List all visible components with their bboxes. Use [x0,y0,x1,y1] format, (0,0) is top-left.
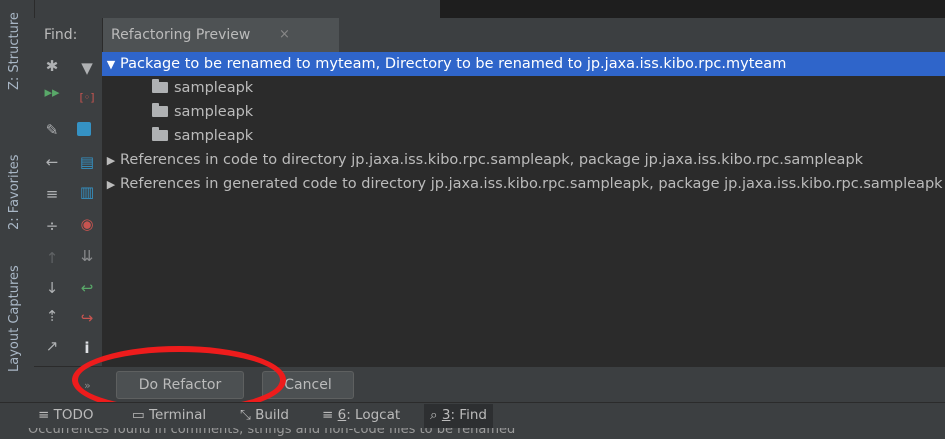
top-strip-left [0,0,440,18]
merge-icon[interactable]: ⇊ [77,246,97,266]
terminal-label: Terminal [149,407,207,423]
filter-icon[interactable]: ▼ [77,58,97,78]
left-tool-stripe: Z: Structure 2: Favorites Layout Capture… [0,0,35,439]
tree-references-generated[interactable]: ▶ References in generated code to directo… [102,172,943,196]
logcat-label: : Logcat [346,407,401,423]
top-strip [0,0,945,18]
tool-column-actions: ✱ ▸▸ ✎ ← ≡ ÷ ↑ ↓ ⇡ ↗ [34,52,72,366]
tree-child-label: sampleapk [174,80,254,96]
folder-icon [152,127,168,141]
group-by-package-icon[interactable]: ▥ [77,182,97,202]
tree-child-label: sampleapk [174,128,254,144]
close-icon[interactable]: × [279,27,290,42]
tree-root-package[interactable]: ▼ Package to be renamed to myteam, Direct… [102,52,945,76]
bottom-tool-tabs: ≡ TODO ▭ Terminal ⤡ Build ≡ 6: Logcat ⌕ … [0,402,945,429]
todo-label: TODO [53,407,94,423]
tree-references-code[interactable]: ▶ References in code to directory jp.jaxa… [102,148,863,172]
tree-child-2[interactable]: sampleapk [152,100,253,124]
gear-icon[interactable]: ✱ [42,56,62,76]
include-icon[interactable]: ↩ [77,278,97,298]
previous-occurrence-icon[interactable]: ↑ [42,248,62,268]
tab-refactoring-preview[interactable]: Refactoring Preview × [102,18,339,52]
tree-root-label: Package to be renamed to myteam, Directo… [120,56,787,72]
tree-child-3[interactable]: sampleapk [152,124,253,148]
collapse-all-icon[interactable]: ÷ [42,216,62,236]
tool-column-filters: ▼ [◦] ▤ ▥ ◉ ⇊ ↩ ↪ i [72,52,103,366]
rerun-icon[interactable]: ▸▸ [42,82,62,102]
collapsed-arrow-icon[interactable]: ▶ [102,149,120,173]
folder-icon [152,79,168,93]
expand-arrow-icon[interactable]: ▼ [102,53,120,77]
collapsed-arrow-icon[interactable]: ▶ [102,173,120,197]
refactoring-preview-tree: ▼ Package to be renamed to myteam, Direct… [102,52,945,366]
build-label: Build [255,407,289,423]
find-tab[interactable]: ⌕ 3: Find [424,404,493,428]
expand-all-icon[interactable]: ≡ [42,184,62,204]
structure-tab[interactable]: Z: Structure [7,12,22,90]
status-message: Occurrences found in comments, strings a… [28,428,516,437]
top-strip-editor [440,0,945,18]
logcat-tab[interactable]: ≡ 6: Logcat [322,407,400,423]
remove-icon[interactable]: ↪ [77,308,97,328]
tree-child-1[interactable]: sampleapk [152,76,253,100]
pin-icon[interactable]: ✎ [42,120,62,140]
build-tab[interactable]: ⤡ Build [240,407,289,423]
references-code-label: References in code to directory jp.jaxa.… [120,152,864,168]
find-panel-header: Find: Refactoring Preview × [34,18,945,53]
group-by-module-icon[interactable] [77,122,91,136]
status-bar: Occurrences found in comments, strings a… [0,428,945,439]
export-icon[interactable]: ⇡ [42,306,62,326]
favorites-tab[interactable]: 2: Favorites [7,154,22,230]
group-by-directory-icon[interactable]: ▤ [77,152,97,172]
find-label: Find: [44,27,78,43]
find-label-tab: : Find [450,407,487,423]
code-usages-icon[interactable]: [◦] [77,88,97,108]
terminal-tab[interactable]: ▭ Terminal [132,407,206,423]
info-icon[interactable]: i [77,338,97,358]
tree-child-label: sampleapk [174,104,254,120]
tab-title: Refactoring Preview [111,27,251,43]
references-generated-label: References in generated code to director… [120,176,943,192]
back-arrow-icon[interactable]: ← [42,152,62,172]
folder-icon [152,103,168,117]
logcat-mnemonic: 6 [337,407,347,423]
next-occurrence-icon[interactable]: ↓ [42,278,62,298]
exclude-icon[interactable]: ◉ [77,214,97,234]
todo-tab[interactable]: ≡ TODO [38,407,94,423]
layout-captures-tab[interactable]: Layout Captures [7,265,22,372]
open-in-window-icon[interactable]: ↗ [42,336,62,356]
